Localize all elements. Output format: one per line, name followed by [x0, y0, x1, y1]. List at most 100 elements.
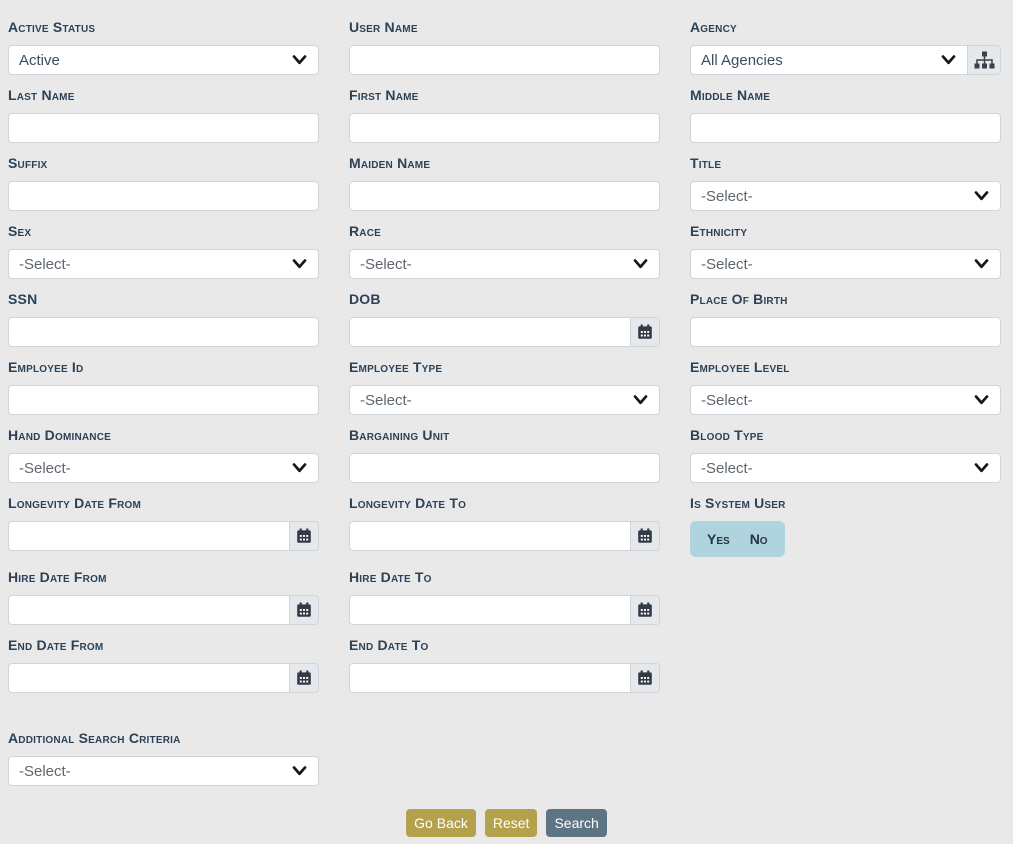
agency-label: Agency — [690, 20, 1001, 35]
employee-type-select[interactable]: -Select- — [349, 385, 660, 415]
middle-name-label: Middle Name — [690, 88, 1001, 103]
chevron-down-icon — [633, 259, 648, 269]
employee-level-select-value: -Select- — [701, 392, 753, 409]
field-sex: Sex -Select- — [8, 224, 319, 279]
calendar-icon — [296, 528, 312, 544]
blood-type-select[interactable]: -Select- — [690, 453, 1001, 483]
chevron-down-icon — [974, 463, 989, 473]
field-is-system-user: Is System User Yes No — [690, 496, 1001, 557]
place-of-birth-label: Place Of Birth — [690, 292, 1001, 307]
longevity-date-to-input[interactable] — [349, 521, 631, 551]
last-name-input[interactable] — [8, 113, 319, 143]
blood-type-select-value: -Select- — [701, 460, 753, 477]
dob-calendar-button[interactable] — [630, 317, 660, 347]
user-name-label: User Name — [349, 20, 660, 35]
end-date-to-calendar-button[interactable] — [630, 663, 660, 693]
maiden-name-input[interactable] — [349, 181, 660, 211]
hire-date-to-input[interactable] — [349, 595, 631, 625]
chevron-down-icon — [974, 191, 989, 201]
field-dob: DOB — [349, 292, 660, 347]
field-additional-search-criteria: Additional Search Criteria -Select- — [8, 731, 319, 786]
active-status-select-value: Active — [19, 52, 60, 69]
employee-type-select-value: -Select- — [360, 392, 412, 409]
blood-type-label: Blood Type — [690, 428, 1001, 443]
active-status-label: Active Status — [8, 20, 319, 35]
race-label: Race — [349, 224, 660, 239]
is-system-user-no-option[interactable]: No — [750, 531, 768, 547]
calendar-icon — [637, 670, 653, 686]
place-of-birth-input[interactable] — [690, 317, 1001, 347]
field-maiden-name: Maiden Name — [349, 156, 660, 211]
field-title: Title -Select- — [690, 156, 1001, 211]
race-select[interactable]: -Select- — [349, 249, 660, 279]
chevron-down-icon — [292, 766, 307, 776]
empty-cell — [690, 570, 1001, 638]
employee-type-label: Employee Type — [349, 360, 660, 375]
additional-search-criteria-select[interactable]: -Select- — [8, 756, 319, 786]
employee-id-input[interactable] — [8, 385, 319, 415]
chevron-down-icon — [974, 395, 989, 405]
first-name-input[interactable] — [349, 113, 660, 143]
field-agency: Agency All Agencies — [690, 20, 1001, 75]
hire-date-from-calendar-button[interactable] — [289, 595, 319, 625]
empty-cell — [690, 638, 1001, 706]
hire-date-to-calendar-button[interactable] — [630, 595, 660, 625]
maiden-name-label: Maiden Name — [349, 156, 660, 171]
middle-name-input[interactable] — [690, 113, 1001, 143]
suffix-input[interactable] — [8, 181, 319, 211]
sex-label: Sex — [8, 224, 319, 239]
employee-level-select[interactable]: -Select- — [690, 385, 1001, 415]
calendar-icon — [296, 670, 312, 686]
field-blood-type: Blood Type -Select- — [690, 428, 1001, 483]
ethnicity-label: Ethnicity — [690, 224, 1001, 239]
title-select[interactable]: -Select- — [690, 181, 1001, 211]
field-ssn: SSN — [8, 292, 319, 347]
ssn-label: SSN — [8, 292, 319, 307]
user-name-input[interactable] — [349, 45, 660, 75]
agency-select-value: All Agencies — [701, 52, 783, 69]
hand-dominance-select[interactable]: -Select- — [8, 453, 319, 483]
first-name-label: First Name — [349, 88, 660, 103]
field-hire-date-to: Hire Date To — [349, 570, 660, 625]
ssn-input[interactable] — [8, 317, 319, 347]
additional-search-criteria-select-value: -Select- — [19, 763, 71, 780]
sitemap-icon — [974, 51, 995, 69]
hire-date-from-label: Hire Date From — [8, 570, 319, 585]
search-button[interactable]: Search — [546, 809, 606, 837]
field-employee-level: Employee Level -Select- — [690, 360, 1001, 415]
ethnicity-select[interactable]: -Select- — [690, 249, 1001, 279]
dob-input[interactable] — [349, 317, 631, 347]
reset-button[interactable]: Reset — [485, 809, 538, 837]
longevity-date-from-calendar-button[interactable] — [289, 521, 319, 551]
end-date-from-label: End Date From — [8, 638, 319, 653]
dob-label: DOB — [349, 292, 660, 307]
chevron-down-icon — [941, 55, 956, 65]
agency-hierarchy-button[interactable] — [967, 45, 1001, 75]
calendar-icon — [637, 602, 653, 618]
additional-search-criteria-label: Additional Search Criteria — [8, 731, 319, 746]
agency-select[interactable]: All Agencies — [690, 45, 968, 75]
longevity-date-from-input[interactable] — [8, 521, 290, 551]
end-date-to-input[interactable] — [349, 663, 631, 693]
is-system-user-label: Is System User — [690, 496, 1001, 511]
end-date-from-calendar-button[interactable] — [289, 663, 319, 693]
bargaining-unit-input[interactable] — [349, 453, 660, 483]
field-first-name: First Name — [349, 88, 660, 143]
field-last-name: Last Name — [8, 88, 319, 143]
longevity-date-to-calendar-button[interactable] — [630, 521, 660, 551]
field-hire-date-from: Hire Date From — [8, 570, 319, 625]
is-system-user-yes-option[interactable]: Yes — [707, 531, 730, 547]
last-name-label: Last Name — [8, 88, 319, 103]
active-status-select[interactable]: Active — [8, 45, 319, 75]
hand-dominance-label: Hand Dominance — [8, 428, 319, 443]
end-date-from-input[interactable] — [8, 663, 290, 693]
is-system-user-toggle: Yes No — [690, 521, 785, 557]
calendar-icon — [296, 602, 312, 618]
suffix-label: Suffix — [8, 156, 319, 171]
go-back-button[interactable]: Go Back — [406, 809, 476, 837]
hire-date-from-input[interactable] — [8, 595, 290, 625]
sex-select[interactable]: -Select- — [8, 249, 319, 279]
chevron-down-icon — [633, 395, 648, 405]
search-form: Active Status Active User Name Agency Al… — [0, 0, 1013, 799]
sex-select-value: -Select- — [19, 256, 71, 273]
